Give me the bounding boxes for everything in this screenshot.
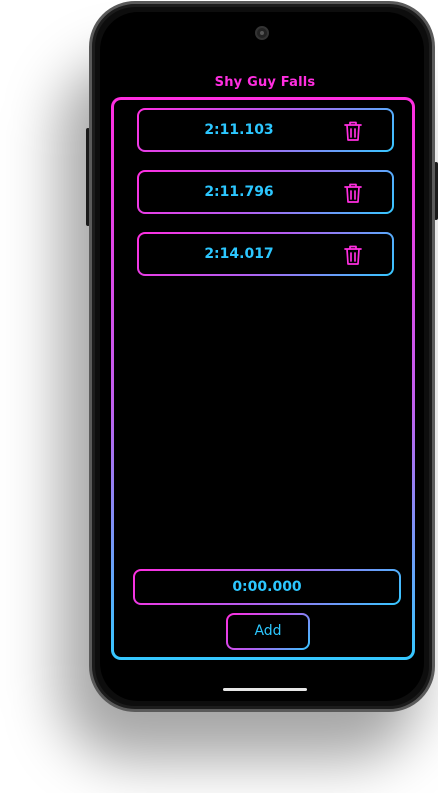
phone-frame: Shy Guy Falls 2:11.103 2:11.796 2:14.017…: [89, 1, 435, 712]
times-panel: 2:11.103 2:11.796 2:14.017 0:00.000 Add: [111, 97, 415, 660]
time-value: 2:14.017: [204, 246, 274, 262]
home-indicator[interactable]: [223, 688, 307, 691]
time-entry-field[interactable]: 0:00.000: [133, 569, 401, 605]
time-row: 2:14.017: [137, 232, 394, 276]
page-title: Shy Guy Falls: [214, 75, 316, 90]
time-row: 2:11.796: [137, 170, 394, 214]
trash-icon[interactable]: [344, 121, 362, 141]
trash-icon[interactable]: [344, 183, 362, 203]
time-value: 2:11.796: [204, 184, 274, 200]
time-value: 2:11.103: [204, 122, 274, 138]
front-camera: [255, 26, 269, 40]
trash-icon[interactable]: [344, 245, 362, 265]
add-button[interactable]: Add: [226, 613, 310, 650]
time-row: 2:11.103: [137, 108, 394, 152]
